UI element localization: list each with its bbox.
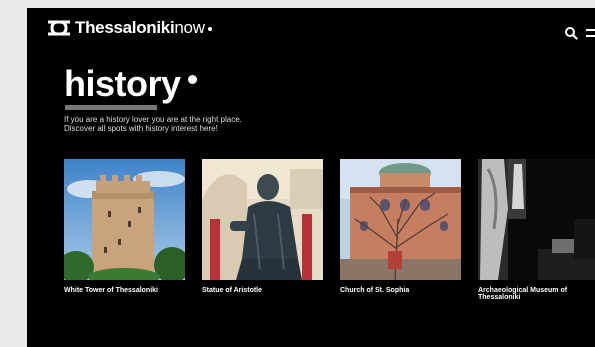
- intro-line-1: If you are a history lover you are at th…: [64, 115, 242, 124]
- card-white-tower[interactable]: White Tower of Thessaloniki: [64, 159, 185, 294]
- menu-button[interactable]: [584, 25, 595, 39]
- intro-text: If you are a history lover you are at th…: [64, 115, 324, 133]
- card-aristotle[interactable]: Statue of Aristotle: [202, 159, 323, 294]
- brand-dot: [207, 27, 212, 31]
- aristotle-statue-photo: [202, 159, 323, 280]
- card-label: Statue of Aristotle: [202, 287, 263, 294]
- brand-name: Thessaloniki: [75, 18, 175, 37]
- archaeological-museum-photo: [478, 159, 595, 280]
- page-title: history: [64, 63, 181, 104]
- card-label: Archaeological Museum of Thessaloniki: [478, 287, 568, 301]
- card-archaeological-museum[interactable]: Archaeological Museum of Thessaloniki: [478, 159, 595, 301]
- menu-icon: [586, 29, 595, 37]
- search-button[interactable]: [564, 25, 578, 40]
- card-label: White Tower of Thessaloniki: [64, 287, 158, 294]
- st-sophia-church-photo: [340, 159, 461, 280]
- title-underline: [65, 105, 157, 110]
- search-icon: [565, 27, 578, 40]
- title-dot: [188, 75, 197, 84]
- logo-mark-icon: [48, 20, 70, 36]
- card-st-sophia[interactable]: Church of St. Sophia: [340, 159, 461, 294]
- brand-suffix: now: [174, 18, 205, 37]
- intro-line-2: Discover all spots with history interest…: [64, 124, 218, 133]
- card-label: Church of St. Sophia: [340, 287, 410, 294]
- page-title-block: history: [64, 63, 197, 110]
- brand-logo[interactable]: Thessaloniki now: [46, 18, 212, 38]
- app-frame: Thessaloniki now history If you are a hi…: [27, 8, 595, 347]
- white-tower-photo: [64, 159, 185, 280]
